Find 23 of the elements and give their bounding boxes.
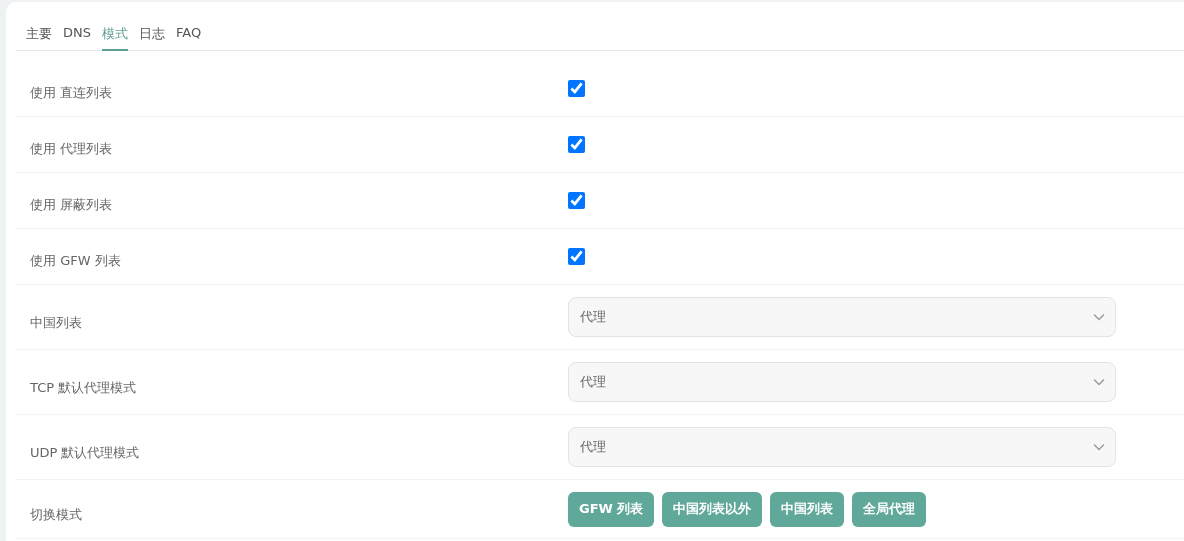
checkbox[interactable] (568, 136, 585, 153)
chevron-down-icon (1093, 313, 1105, 321)
field-label: 使用 屏蔽列表 (30, 195, 114, 214)
field-label: 使用 直连列表 (30, 83, 114, 102)
field-label: TCP 默认代理模式 (30, 379, 138, 397)
checkbox[interactable] (568, 192, 585, 209)
tab[interactable]: 日志 (139, 16, 165, 51)
field-label: 切换模式 (30, 506, 83, 524)
tab[interactable]: 主要 (26, 16, 52, 51)
tab[interactable]: 模式 (102, 16, 128, 51)
dropdown[interactable]: 代理 (568, 362, 1116, 402)
field-label: 使用 GFW 列表 (30, 251, 122, 270)
field-label: 使用 代理列表 (30, 139, 114, 158)
dropdown[interactable]: 代理 (568, 427, 1116, 467)
tab[interactable]: DNS (63, 16, 91, 51)
checkbox[interactable] (568, 248, 585, 265)
tab[interactable]: FAQ (176, 16, 202, 51)
checkbox[interactable] (568, 80, 585, 97)
dropdown[interactable]: 代理 (568, 297, 1116, 337)
chevron-down-icon (1093, 378, 1105, 386)
chevron-down-icon (1093, 443, 1105, 451)
field-label: 中国列表 (30, 314, 83, 332)
field-label: UDP 默认代理模式 (30, 444, 141, 462)
